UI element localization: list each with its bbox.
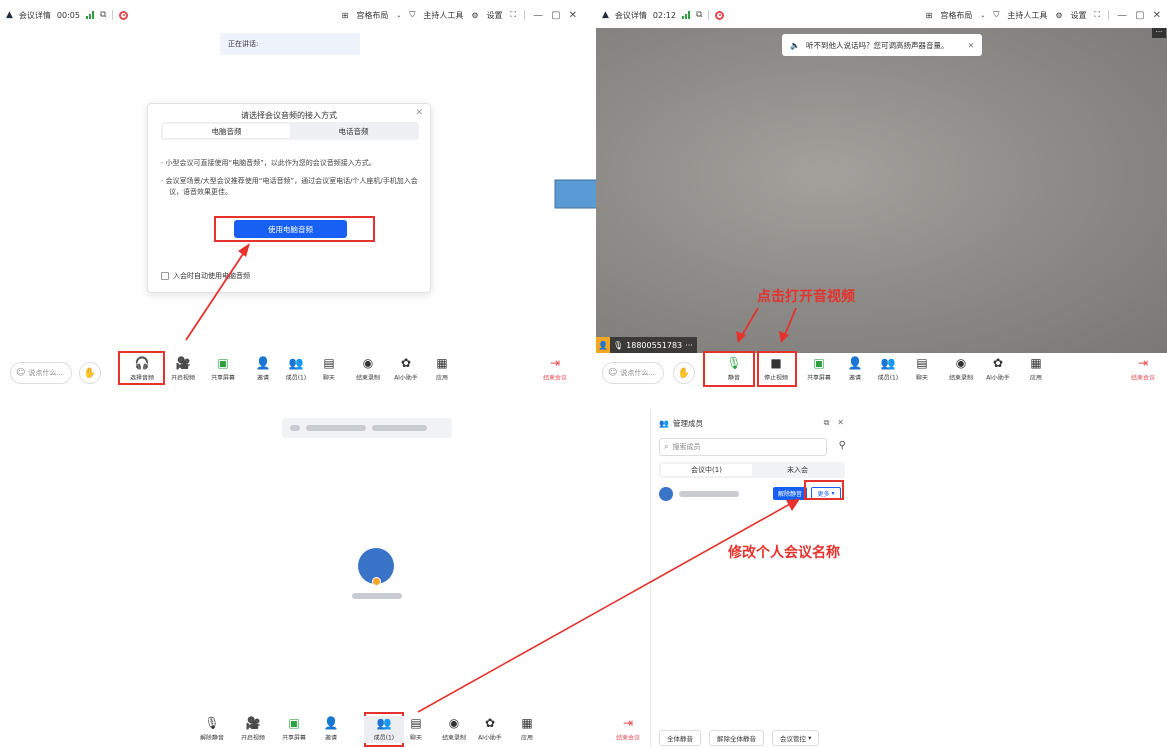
mute-button[interactable]: 🎙 静音 (714, 356, 754, 383)
chat-quick-input[interactable]: ☺ 说点什么... (602, 362, 664, 384)
annotation-arrows (736, 307, 797, 343)
end-meeting-button[interactable]: ⇥ 结束会议 (608, 716, 648, 743)
start-video-button[interactable]: 🎥 开启视频 (233, 716, 273, 743)
meeting-toolbar: 🎙 解除静音 🎥 开启视频 ▣ 共享屏幕 👤 邀请 👥 成员(1) ▤ 聊天 ◉… (176, 712, 852, 747)
share-screen-icon: ▣ (288, 716, 300, 730)
record-stop-icon: ◉ (448, 716, 460, 730)
unmute-button[interactable]: 🎙 解除静音 (192, 716, 232, 743)
exit-icon: ⇥ (1137, 356, 1149, 370)
chat-icon: ▤ (410, 716, 422, 730)
apps-button[interactable]: ▦ 应用 (1016, 356, 1056, 383)
exit-icon: ⇥ (622, 716, 634, 730)
add-user-icon: 👤 (323, 716, 339, 730)
video-off-icon: 🎥 (245, 716, 261, 730)
emoji-icon: ☺ (608, 368, 618, 378)
apps-button[interactable]: ▦ 应用 (507, 716, 547, 743)
mic-off-icon: 🎙 (204, 716, 220, 730)
chat-button[interactable]: ▤ 聊天 (902, 356, 942, 383)
end-record-button[interactable]: ◉ 结束录制 (941, 356, 981, 383)
ai-icon: ✿ (992, 356, 1004, 370)
ai-icon: ✿ (484, 716, 496, 730)
share-screen-button[interactable]: ▣ 共享屏幕 (799, 356, 839, 383)
meeting-toolbar: ☺ 说点什么... ✋ 🎙 静音 ■ 停止视频 ▣ 共享屏幕 👤 邀请 👥 成员… (596, 352, 1167, 396)
invite-button[interactable]: 👤 邀请 (311, 716, 351, 743)
tutorial-composite: ▲ 会议详情 00:05 ⧉ ⊞ 宫格布局 ⌄ ⛉ 主持人工具 ⚙ 设置 ⛶ —… (0, 0, 1167, 747)
users-icon: 👥 (376, 716, 392, 730)
raise-hand-button[interactable]: ✋ (673, 362, 695, 384)
annotation-arrows (417, 499, 800, 713)
ai-assistant-button[interactable]: ✿ AI小助手 (470, 716, 510, 743)
share-screen-icon: ▣ (813, 356, 825, 370)
add-user-icon: 👤 (847, 356, 863, 370)
chat-button[interactable]: ▤ 聊天 (396, 716, 436, 743)
arrow-to-select-audio (185, 243, 250, 341)
record-stop-icon: ◉ (955, 356, 967, 370)
video-icon: ■ (770, 356, 782, 370)
apps-grid-icon: ▦ (521, 716, 533, 730)
end-meeting-button[interactable]: ⇥ 结束会议 (1123, 356, 1163, 383)
stop-video-button[interactable]: ■ 停止视频 (756, 356, 796, 383)
mic-icon: 🎙 (726, 356, 742, 370)
apps-grid-icon: ▦ (1030, 356, 1042, 370)
hand-icon: ✋ (677, 367, 691, 379)
chat-icon: ▤ (916, 356, 928, 370)
ai-assistant-button[interactable]: ✿ AI小助手 (978, 356, 1018, 383)
share-screen-button[interactable]: ▣ 共享屏幕 (274, 716, 314, 743)
end-record-button[interactable]: ◉ 结束录制 (434, 716, 474, 743)
users-icon: 👥 (880, 356, 896, 370)
